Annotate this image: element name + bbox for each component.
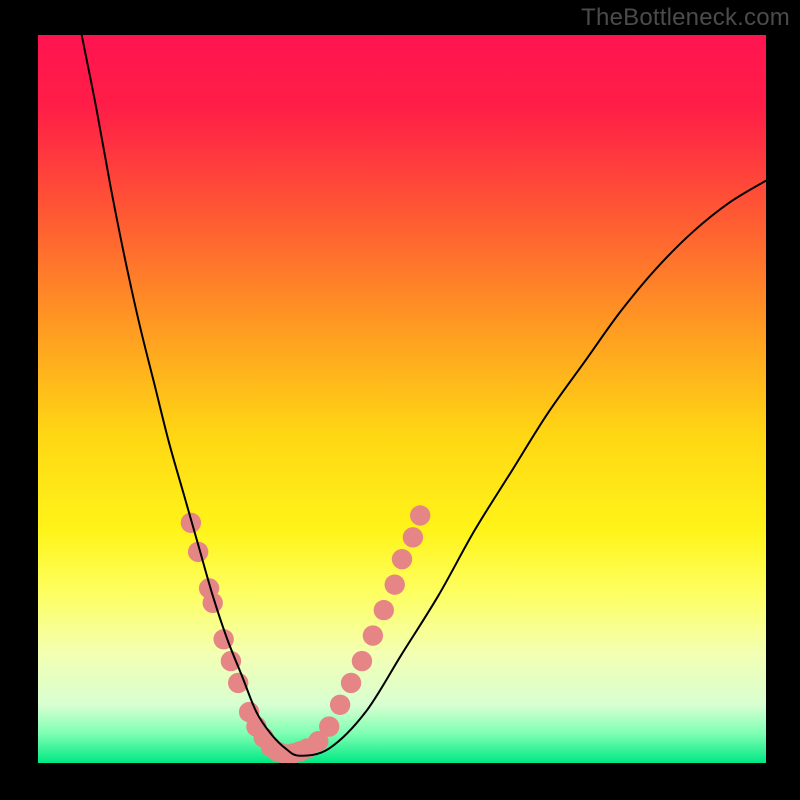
bottleneck-curve: [82, 35, 766, 756]
highlight-dot: [330, 695, 350, 715]
highlight-dot: [410, 505, 430, 525]
plot-area: [38, 35, 766, 763]
curve-layer: [38, 35, 766, 763]
highlight-dot: [319, 716, 339, 736]
highlight-dot: [341, 673, 361, 693]
watermark-text: TheBottleneck.com: [581, 4, 790, 32]
highlight-dot: [352, 651, 372, 671]
highlight-dot: [363, 625, 383, 645]
highlight-dot: [403, 527, 423, 547]
highlight-dots: [181, 505, 431, 763]
highlight-dot: [392, 549, 412, 569]
highlight-dot: [374, 600, 394, 620]
highlight-dot: [385, 574, 405, 594]
chart-root: TheBottleneck.com: [0, 0, 800, 800]
